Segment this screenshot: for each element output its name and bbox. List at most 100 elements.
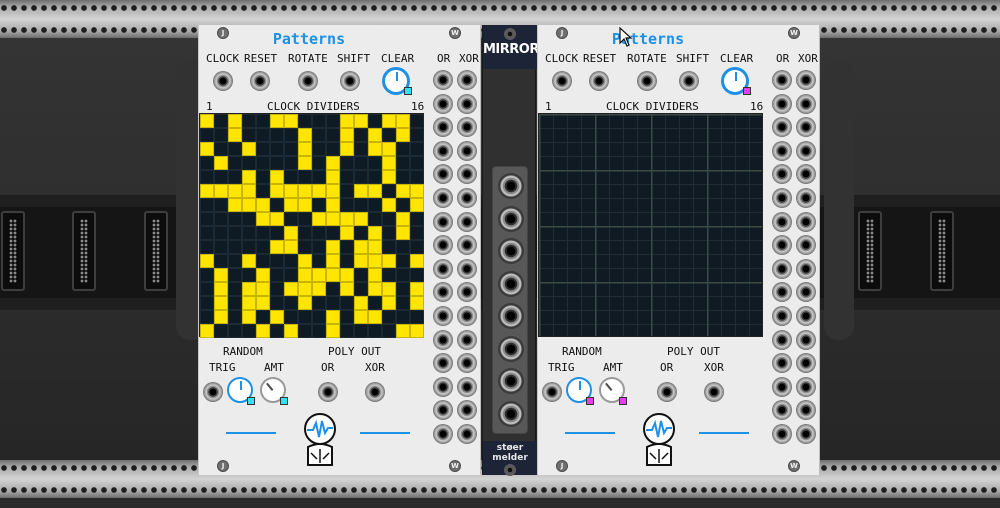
or-output-jack[interactable] [773,94,791,113]
grid-cell[interactable] [284,254,298,268]
grid-cell[interactable] [228,226,242,240]
grid-cell[interactable] [382,184,396,198]
grid-cell[interactable] [340,226,354,240]
grid-cell[interactable] [410,156,424,170]
grid-cell[interactable] [200,254,214,268]
grid-cell[interactable] [326,142,340,156]
grid-cell[interactable] [270,240,284,254]
grid-cell[interactable] [326,128,340,142]
grid-cell[interactable] [326,310,340,324]
grid-cell[interactable] [312,324,326,338]
shift-input-jack[interactable] [680,72,698,90]
grid-cell[interactable] [214,170,228,184]
or-output-jack[interactable] [773,307,791,325]
grid-cell[interactable] [200,282,214,296]
grid-cell[interactable] [298,142,312,156]
mirror-input-jack[interactable] [498,400,524,427]
grid-cell[interactable] [354,198,368,212]
grid-cell[interactable] [396,184,410,198]
grid-cell[interactable] [200,198,214,212]
rotate-input-jack[interactable] [638,72,656,90]
grid-cell[interactable] [396,282,410,296]
grid-cell[interactable] [396,324,410,338]
grid-cell[interactable] [354,142,368,156]
xor-output-jack[interactable] [458,354,476,373]
grid-cell[interactable] [340,184,354,198]
grid-cell[interactable] [200,128,214,142]
grid-cell[interactable] [368,324,382,338]
grid-cell[interactable] [214,184,228,198]
grid-cell[interactable] [256,128,270,142]
grid-cell[interactable] [410,254,424,268]
grid-cell[interactable] [368,170,382,184]
grid-cell[interactable] [396,296,410,310]
grid-cell[interactable] [284,226,298,240]
grid-cell[interactable] [382,268,396,282]
grid-cell[interactable] [326,268,340,282]
grid-cell[interactable] [214,296,228,310]
xor-output-jack[interactable] [458,259,476,278]
grid-cell[interactable] [256,156,270,170]
grid-cell[interactable] [256,296,270,310]
grid-cell[interactable] [368,310,382,324]
xor-output-jack[interactable] [458,307,476,325]
grid-cell[interactable] [242,296,256,310]
grid-cell[interactable] [354,226,368,240]
grid-cell[interactable] [256,212,270,226]
grid-cell[interactable] [326,170,340,184]
grid-cell[interactable] [200,268,214,282]
grid-cell[interactable] [312,114,326,128]
poly-xor-output-jack[interactable] [705,383,723,401]
grid-cell[interactable] [284,268,298,282]
grid-cell[interactable] [242,254,256,268]
grid-cell[interactable] [214,212,228,226]
or-output-jack[interactable] [773,71,791,89]
or-output-jack[interactable] [434,425,452,443]
grid-cell[interactable] [312,240,326,254]
grid-cell[interactable] [256,184,270,198]
xor-output-jack[interactable] [797,401,815,420]
grid-cell[interactable] [270,170,284,184]
reset-input-jack[interactable] [251,72,269,90]
grid-cell[interactable] [340,310,354,324]
xor-output-jack[interactable] [458,212,476,231]
grid-cell[interactable] [382,282,396,296]
grid-cell[interactable] [284,240,298,254]
grid-cell[interactable] [242,156,256,170]
grid-cell[interactable] [214,282,228,296]
grid-cell[interactable] [410,296,424,310]
grid-cell[interactable] [256,198,270,212]
grid-cell[interactable] [312,254,326,268]
grid-cell[interactable] [368,184,382,198]
mirror-input-jack[interactable] [498,368,524,394]
grid-cell[interactable] [340,268,354,282]
grid-cell[interactable] [354,170,368,184]
grid-cell[interactable] [270,254,284,268]
grid-cell[interactable] [326,212,340,226]
grid-cell[interactable] [340,212,354,226]
mirror-input-jack[interactable] [498,303,524,329]
grid-cell[interactable] [396,198,410,212]
grid-cell[interactable] [326,226,340,240]
grid-cell[interactable] [340,142,354,156]
grid-cell[interactable] [354,310,368,324]
grid-cell[interactable] [396,142,410,156]
xor-output-jack[interactable] [458,283,476,302]
grid-cell[interactable] [410,240,424,254]
mirror-input-jack[interactable] [498,205,524,232]
grid-cell[interactable] [368,282,382,296]
grid-cell[interactable] [242,310,256,324]
grid-cell[interactable] [270,226,284,240]
grid-cell[interactable] [382,254,396,268]
grid-cell[interactable] [354,296,368,310]
grid-cell[interactable] [298,212,312,226]
grid-cell[interactable] [214,114,228,128]
grid-cell[interactable] [312,212,326,226]
grid-cell[interactable] [298,282,312,296]
grid-cell[interactable] [270,212,284,226]
grid-cell[interactable] [354,184,368,198]
grid-cell[interactable] [270,142,284,156]
grid-cell[interactable] [368,296,382,310]
grid-cell[interactable] [242,212,256,226]
grid-cell[interactable] [242,128,256,142]
